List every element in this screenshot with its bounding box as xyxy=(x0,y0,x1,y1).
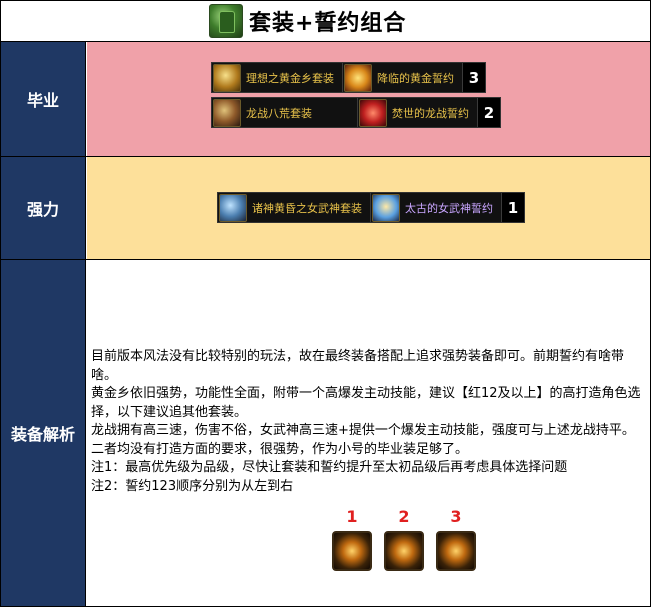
analysis-line: 目前版本风法没有比较特别的玩法，故在最终装备搭配上追求强势装备即可。前期誓约有啥… xyxy=(91,349,625,383)
set-item[interactable]: 龙战八荒套装 xyxy=(212,98,358,127)
header: 套装+誓约组合 xyxy=(1,1,650,42)
combo-strip: 诸神黄昏之女武神套装 太古的女武神誓约 1 xyxy=(217,192,525,223)
dragon-oath-icon xyxy=(359,98,387,127)
row-analysis: 装备解析 目前版本风法没有比较特别的玩法，故在最终装备搭配上追求强势装备即可。前… xyxy=(1,260,650,606)
set-name: 理想之黄金乡套装 xyxy=(246,71,334,85)
golden-oath-icon xyxy=(344,63,372,92)
oath-item[interactable]: 太古的女武神誓约 xyxy=(371,193,502,222)
oath-slot-icon xyxy=(436,531,476,571)
row-body-strong: 诸神黄昏之女武神套装 太古的女武神誓约 1 xyxy=(87,157,650,259)
oath-item[interactable]: 降临的黄金誓约 xyxy=(343,63,463,92)
oath-name: 太古的女武神誓约 xyxy=(405,201,493,215)
row-label-graduation: 毕业 xyxy=(1,42,86,156)
row-label-analysis: 装备解析 xyxy=(1,260,86,606)
oath-slot-icon xyxy=(384,531,424,571)
oath-name: 焚世的龙战誓约 xyxy=(392,106,469,120)
green-armor-icon xyxy=(209,4,243,38)
row-body-graduation: 理想之黄金乡套装 降临的黄金誓约 3 龙战八荒套装 焚世的龙战誓约 2 xyxy=(87,42,650,156)
oath-name: 降临的黄金誓约 xyxy=(377,71,454,85)
row-strong: 强力 诸神黄昏之女武神套装 太古的女武神誓约 1 xyxy=(1,157,650,260)
note-line: 注1：最高优先级为品级，尽快让套装和誓约提升至太初品级后再考虑具体选择问题 xyxy=(91,460,568,475)
set-name: 龙战八荒套装 xyxy=(246,106,312,120)
analysis-text: 目前版本风法没有比较特别的玩法，故在最终装备搭配上追求强势装备即可。前期誓约有啥… xyxy=(91,348,646,496)
oath-item[interactable]: 焚世的龙战誓约 xyxy=(358,98,478,127)
set-item[interactable]: 诸神黄昏之女武神套装 xyxy=(218,193,371,222)
oath-order-number: 3 xyxy=(450,507,462,526)
rank-badge: 2 xyxy=(478,98,500,127)
rank-badge: 1 xyxy=(502,193,524,222)
oath-order-number: 2 xyxy=(398,507,410,526)
oath-slot-icon xyxy=(332,531,372,571)
page-title: 套装+誓约组合 xyxy=(249,11,407,36)
analysis-line: 龙战拥有高三速，伤害不俗，女武神高三速+提供一个爆发主动技能，强度可与上述龙战持… xyxy=(91,423,635,457)
dragon-war-set-icon xyxy=(213,98,241,127)
row-label-strong: 强力 xyxy=(1,157,86,259)
combo-strip: 龙战八荒套装 焚世的龙战誓约 2 xyxy=(211,97,501,128)
oath-order-number: 1 xyxy=(346,507,358,526)
row-body-analysis: 目前版本风法没有比较特别的玩法，故在最终装备搭配上追求强势装备即可。前期誓约有啥… xyxy=(87,260,650,606)
valkyrie-set-icon xyxy=(219,193,247,222)
note-line: 注2：誓约123顺序分别为从左到右 xyxy=(91,478,294,494)
equipment-guide-sheet: 套装+誓约组合 毕业 理想之黄金乡套装 降临的黄金誓约 3 龙战八荒套装 焚世的… xyxy=(0,0,651,607)
row-graduation: 毕业 理想之黄金乡套装 降临的黄金誓约 3 龙战八荒套装 焚世的龙战誓约 2 xyxy=(1,42,650,157)
golden-land-set-icon xyxy=(213,63,241,92)
set-name: 诸神黄昏之女武神套装 xyxy=(252,201,362,215)
oath-order-figure: 1 2 3 xyxy=(332,507,477,571)
header-title-group: 套装+誓约组合 xyxy=(209,3,406,39)
set-item[interactable]: 理想之黄金乡套装 xyxy=(212,63,343,92)
combo-strip: 理想之黄金乡套装 降临的黄金誓约 3 xyxy=(211,62,486,93)
analysis-line: 黄金乡依旧强势，功能性全面，附带一个高爆发主动技能，建议【红12及以上】的高打造… xyxy=(91,386,641,420)
valkyrie-oath-icon xyxy=(372,193,400,222)
rank-badge: 3 xyxy=(463,63,485,92)
